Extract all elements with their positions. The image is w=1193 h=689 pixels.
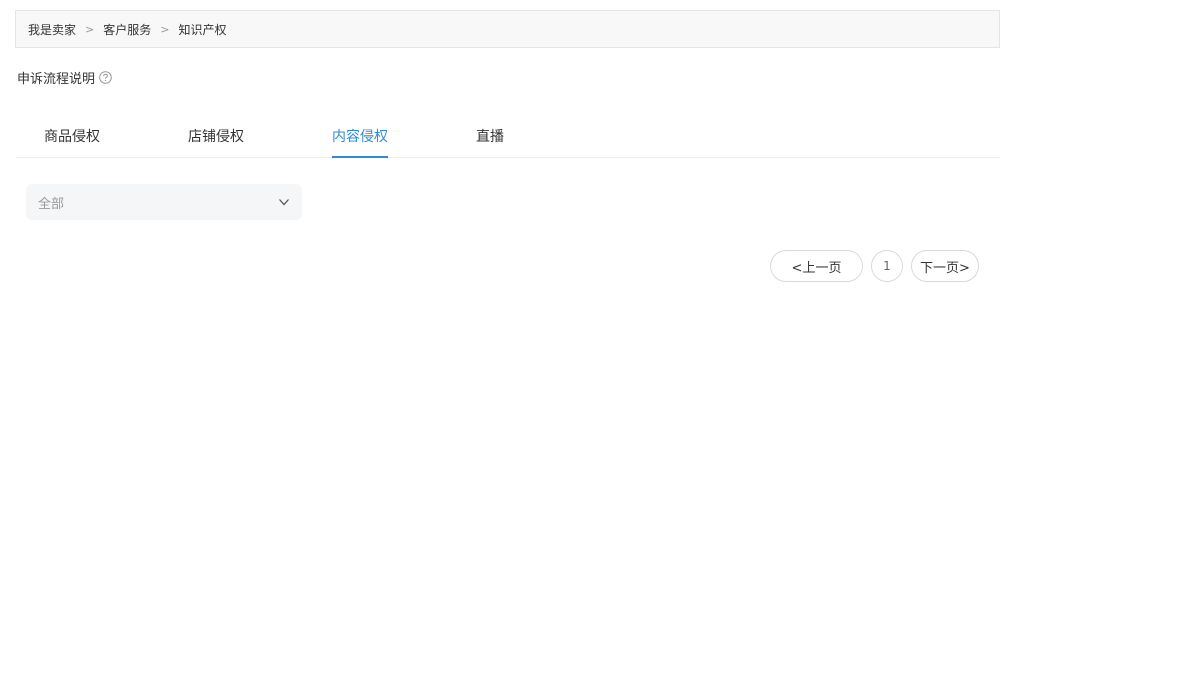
appeal-process-row: 申诉流程说明 [17,68,112,87]
tab-store-infringement[interactable]: 店铺侵权 [188,126,244,146]
breadcrumb-separator: > [85,22,95,36]
breadcrumb-separator: > [160,22,170,36]
prev-page-button[interactable]: <上一页 [770,250,863,282]
breadcrumb: 我是卖家 > 客户服务 > 知识产权 [15,10,1000,48]
tab-live-stream[interactable]: 直播 [476,126,504,146]
tab-content-infringement[interactable]: 内容侵权 [332,126,388,146]
next-page-button[interactable]: 下一页> [911,250,979,282]
breadcrumb-item-seller[interactable]: 我是卖家 [28,21,76,38]
page-number-button[interactable]: 1 [871,250,903,282]
breadcrumb-item-ip: 知识产权 [178,22,227,37]
breadcrumb-item-customer-service[interactable]: 客户服务 [103,21,151,38]
tab-bar: 商品侵权 店铺侵权 内容侵权 直播 [16,112,1000,158]
category-select-value: 全部 [38,196,65,212]
category-select[interactable]: 全部 [26,184,302,220]
question-circle-icon[interactable] [99,71,112,84]
tab-product-infringement[interactable]: 商品侵权 [44,126,100,146]
chevron-down-icon [278,196,290,208]
active-tab-indicator [332,156,388,158]
appeal-process-label: 申诉流程说明 [17,72,96,87]
